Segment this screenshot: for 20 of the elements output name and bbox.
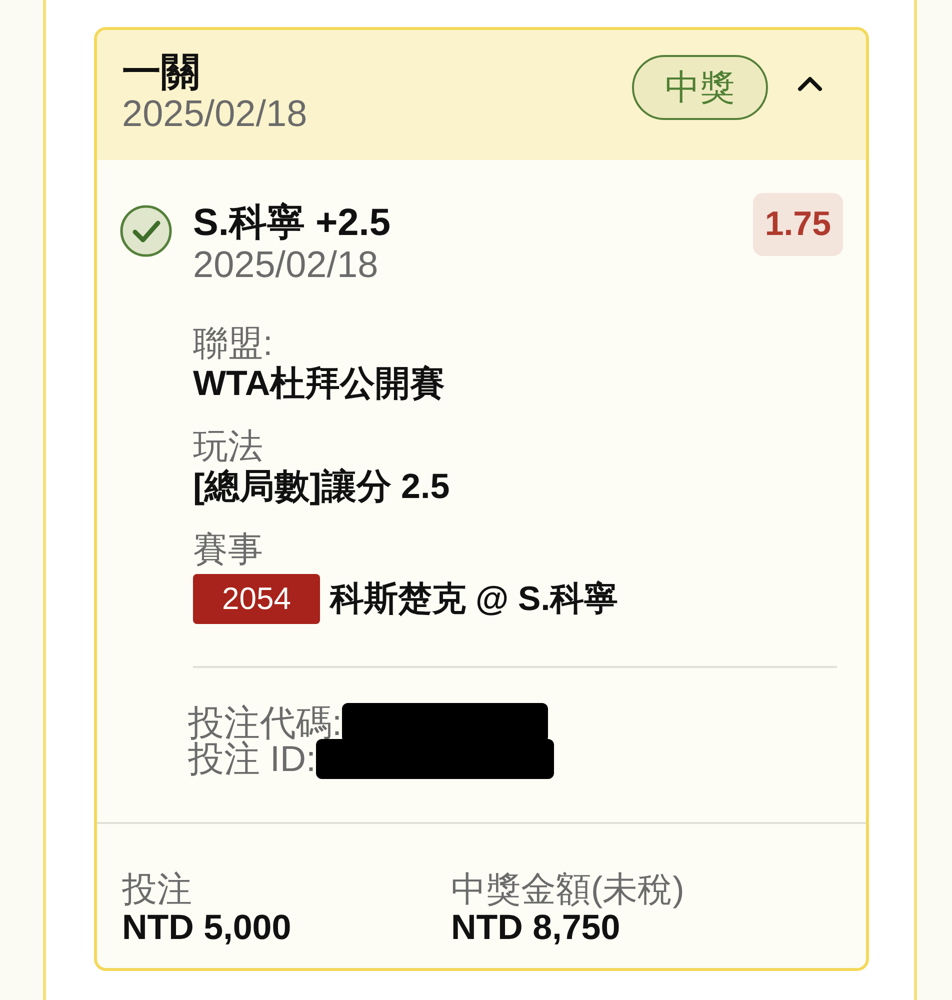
match-teams: 科斯楚克 @ S.科寧 — [330, 579, 618, 620]
code-label: 投注代碼: — [188, 705, 342, 741]
detail-label: 聯盟: — [193, 324, 273, 364]
selection-title: S.科寧 +2.5 — [193, 201, 390, 245]
detail-value: WTA杜拜公開賽 — [193, 364, 446, 404]
chevron-up-icon — [797, 76, 823, 92]
amount-label: 中獎金額(未稅) — [451, 871, 684, 909]
amount-label: 投注 — [122, 871, 192, 909]
detail-label: 賽事 — [193, 530, 263, 570]
bet-type-title: 一關 — [122, 52, 200, 94]
detail-label: 玩法 — [193, 427, 263, 467]
match-number-tag: 2054 — [193, 574, 320, 624]
amount-value: NTD 8,750 — [451, 909, 620, 947]
amount-value: NTD 5,000 — [122, 909, 292, 947]
bet-date: 2025/02/18 — [122, 94, 308, 134]
code-label: 投注 ID: — [188, 741, 316, 777]
odds-badge: 1.75 — [752, 193, 843, 256]
selection-date: 2025/02/18 — [193, 245, 378, 285]
detail-value: [總局數]讓分 2.5 — [193, 467, 450, 507]
result-badge: 中獎 — [632, 55, 768, 120]
